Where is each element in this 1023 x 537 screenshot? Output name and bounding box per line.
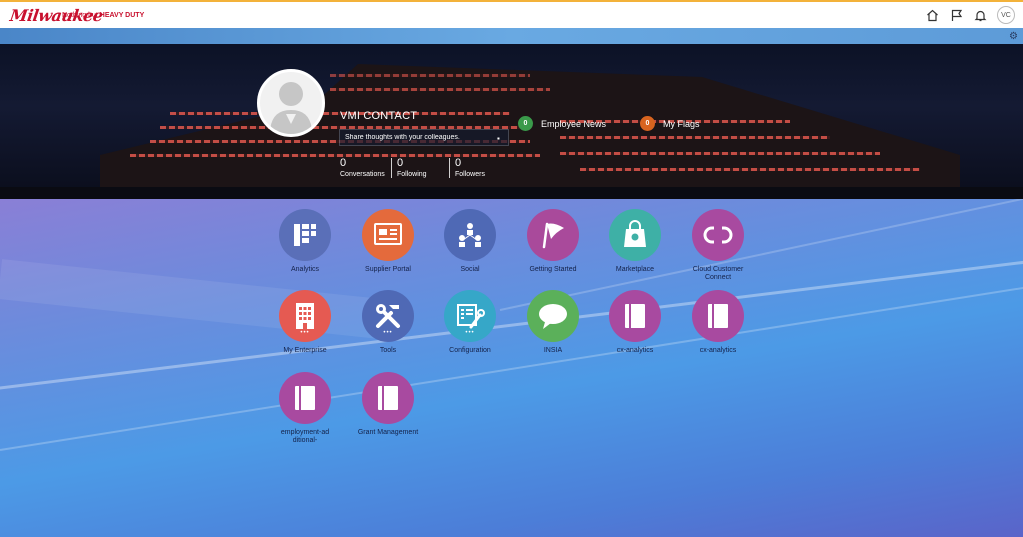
tools-icon: ••• [362, 290, 414, 342]
analytics-icon [279, 209, 331, 261]
my-flags-link[interactable]: 0 My Flags [640, 116, 700, 131]
book-icon [609, 290, 661, 342]
app-supplier-portal[interactable]: Supplier Portal [353, 209, 423, 274]
user-avatar[interactable]: VC [997, 6, 1015, 24]
app-label: Getting Started [529, 266, 577, 273]
tagline-bold: HEAVY DUTY [99, 12, 145, 19]
app-grant-management[interactable]: Grant Management [353, 372, 423, 437]
springboard: Analytics Supplier Portal Social Getting… [0, 199, 1023, 537]
getting-started-flag-icon [527, 209, 579, 261]
stat-followers[interactable]: 0 Followers [455, 157, 485, 178]
stat-following[interactable]: 0 Following [397, 157, 427, 178]
top-bar: Milwaukee Nothing but HEAVY DUTY VC [0, 0, 1023, 28]
home-icon[interactable] [925, 8, 939, 22]
book-icon [692, 290, 744, 342]
app-cloud-customer-connect[interactable]: Cloud Customer Connect [683, 209, 753, 281]
app-label: Configuration [449, 347, 491, 354]
stat-divider [449, 158, 450, 178]
app-label: cx-analytics [699, 347, 737, 354]
app-label: Grant Management [357, 429, 419, 436]
profile-avatar[interactable] [257, 69, 325, 137]
link-icon [692, 209, 744, 261]
header-strip [0, 28, 1023, 44]
app-cx-analytics-2[interactable]: cx-analytics [683, 290, 753, 355]
app-label: Analytics [290, 266, 319, 273]
stat-divider [391, 158, 392, 178]
gear-icon[interactable]: ⚙ [1009, 31, 1018, 42]
app-employment-additional[interactable]: employment-additional- [270, 372, 340, 444]
app-label: INSIA [543, 347, 563, 354]
social-icon [444, 209, 496, 261]
app-label: Cloud Customer Connect [692, 266, 744, 281]
app-label: My Enterprise [283, 347, 327, 354]
app-cx-analytics[interactable]: cx-analytics [600, 290, 670, 355]
app-label: employment-additional- [280, 429, 330, 444]
share-thoughts-input[interactable] [339, 129, 509, 146]
app-label: Supplier Portal [365, 266, 411, 273]
stat-label: Following [397, 171, 427, 178]
profile-banner [0, 44, 1023, 199]
app-label: Tools [379, 347, 397, 354]
top-icons: VC [925, 6, 1015, 24]
app-insia[interactable]: INSIA [518, 290, 588, 355]
app-social[interactable]: Social [435, 209, 505, 274]
stat-value: 0 [455, 157, 462, 169]
building-icon: ••• [279, 290, 331, 342]
chat-icon [527, 290, 579, 342]
flags-count-badge: 0 [640, 116, 655, 131]
app-analytics[interactable]: Analytics [270, 209, 340, 274]
employee-news-link[interactable]: 0 Employee News [518, 116, 606, 131]
share-send-icon[interactable]: ▪ [497, 134, 500, 143]
app-label: Marketplace [615, 266, 655, 273]
flag-icon[interactable] [949, 8, 963, 22]
app-label: cx-analytics [616, 347, 654, 354]
book-icon [362, 372, 414, 424]
stat-label: Conversations [340, 171, 385, 178]
flags-label: My Flags [663, 118, 700, 129]
stat-label: Followers [455, 171, 485, 178]
stat-conversations[interactable]: 0 Conversations [340, 157, 385, 178]
app-getting-started[interactable]: Getting Started [518, 209, 588, 274]
bag-icon [609, 209, 661, 261]
supplier-portal-icon [362, 209, 414, 261]
news-label: Employee News [541, 118, 607, 129]
app-configuration[interactable]: ••• Configuration [435, 290, 505, 355]
app-marketplace[interactable]: Marketplace [600, 209, 670, 274]
tagline-prefix: Nothing but [62, 12, 98, 19]
app-tools[interactable]: ••• Tools [353, 290, 423, 355]
bell-icon[interactable] [973, 8, 987, 22]
book-icon [279, 372, 331, 424]
tagline: Nothing but HEAVY DUTY [62, 12, 144, 19]
app-label: Social [460, 266, 480, 273]
news-count-badge: 0 [518, 116, 533, 131]
profile-name: VMI CONTACT [340, 110, 418, 122]
app-my-enterprise[interactable]: ••• My Enterprise [270, 290, 340, 355]
stat-value: 0 [397, 157, 404, 169]
stat-value: 0 [340, 157, 347, 169]
configuration-icon: ••• [444, 290, 496, 342]
